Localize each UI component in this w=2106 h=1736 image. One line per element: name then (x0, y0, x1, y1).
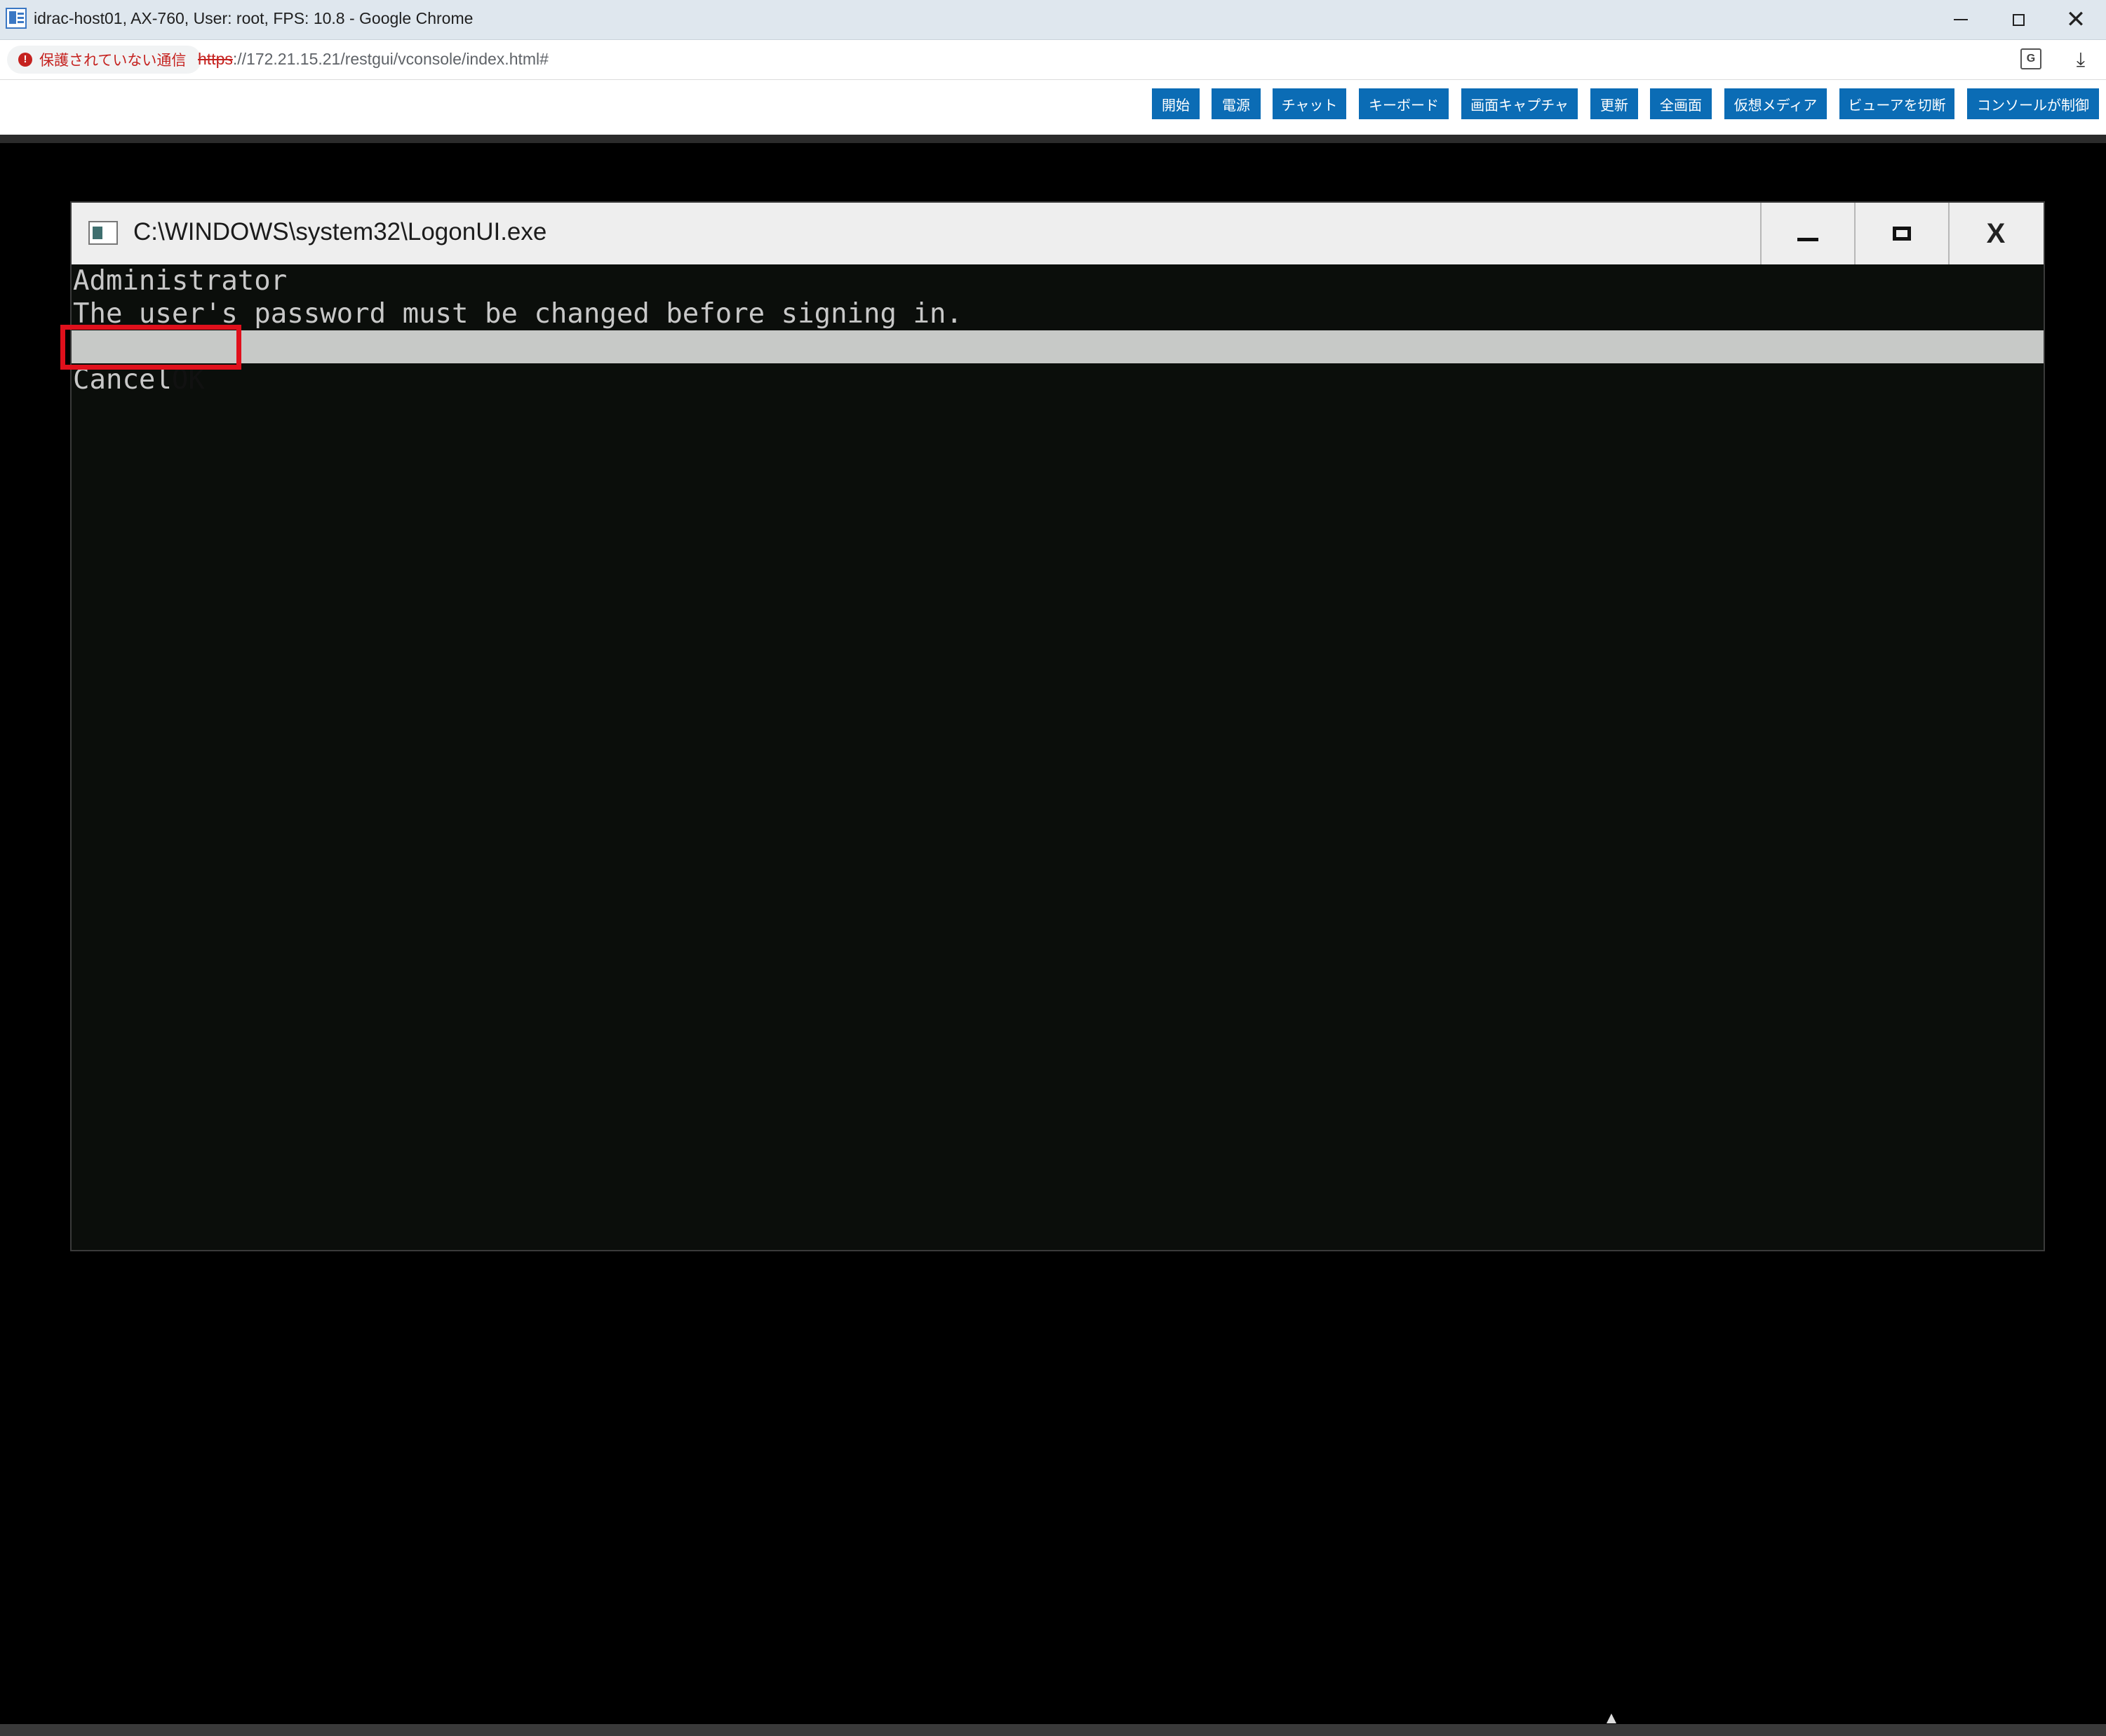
cancel-option[interactable]: Cancel (72, 363, 2044, 396)
error-icon: ! (18, 53, 32, 67)
power-button[interactable]: 電源 (1212, 88, 1261, 119)
ok-highlight-box (60, 325, 241, 370)
download-icon[interactable]: ⤓ (2070, 48, 2092, 71)
refresh-button[interactable]: 更新 (1590, 88, 1638, 119)
toolbar-divider (0, 135, 2106, 143)
disconnect-viewer-button[interactable]: ビューアを切断 (1839, 88, 1954, 119)
username-line: Administrator (73, 265, 288, 297)
ok-option[interactable]: OK (60, 325, 2044, 396)
close-button[interactable]: ✕ (2047, 0, 2105, 39)
url-scheme: https (198, 50, 233, 68)
close-icon: ✕ (2065, 6, 2086, 33)
ok-option-label: OK (171, 364, 205, 396)
window-title: idrac-host01, AX-760, User: root, FPS: 1… (34, 9, 474, 27)
console-control-button[interactable]: コンソールが制御 (1967, 88, 2099, 119)
logonui-title-bar[interactable]: C:\WINDOWS\system32\LogonUI.exe X (72, 203, 2044, 264)
maximize-icon (1893, 227, 1911, 241)
mouse-cursor-icon (1607, 1714, 1616, 1723)
maximize-button[interactable] (1990, 0, 2047, 39)
logonui-title: C:\WINDOWS\system32\LogonUI.exe (133, 218, 547, 245)
browser-title-bar: idrac-host01, AX-760, User: root, FPS: 1… (0, 0, 2106, 40)
security-indicator[interactable]: ! 保護されていない通信 (7, 46, 202, 74)
keyboard-button[interactable]: キーボード (1359, 88, 1449, 119)
minimize-icon (1797, 237, 1818, 241)
virtual-media-button[interactable]: 仮想メディア (1724, 88, 1827, 119)
bottom-status-strip (0, 1724, 2106, 1736)
start-button[interactable]: 開始 (1152, 88, 1200, 119)
logonui-close-button[interactable]: X (1948, 203, 2042, 264)
password-change-message: The user's password must be changed befo… (73, 298, 963, 330)
logonui-maximize-button[interactable] (1854, 203, 1948, 264)
logonui-window: C:\WINDOWS\system32\LogonUI.exe X Admini… (60, 201, 2045, 1251)
minimize-icon (1954, 19, 1968, 20)
vconsole-toolbar: 開始 電源 チャット キーボード 画面キャプチャ 更新 全画面 仮想メディア ビ… (0, 80, 2106, 135)
security-label: 保護されていない通信 (39, 53, 187, 69)
logonui-minimize-button[interactable] (1760, 203, 1854, 264)
close-icon: X (1986, 218, 2006, 249)
chat-button[interactable]: チャット (1273, 88, 1346, 119)
translate-icon[interactable]: G (2020, 48, 2041, 69)
idrac-app-icon (6, 8, 27, 29)
address-bar[interactable]: ! 保護されていない通信 https://172.21.15.21/restgu… (0, 40, 2106, 80)
url-text[interactable]: https://172.21.15.21/restgui/vconsole/in… (198, 50, 549, 69)
minimize-button[interactable] (1932, 0, 1990, 39)
console-window-icon (88, 221, 118, 245)
fullscreen-button[interactable]: 全画面 (1650, 88, 1712, 119)
url-path: ://172.21.15.21/restgui/vconsole/index.h… (232, 50, 549, 68)
screen-capture-button[interactable]: 画面キャプチャ (1461, 88, 1578, 119)
console-text-area: Administrator The user's password must b… (60, 264, 2044, 396)
maximize-icon (2012, 13, 2025, 26)
